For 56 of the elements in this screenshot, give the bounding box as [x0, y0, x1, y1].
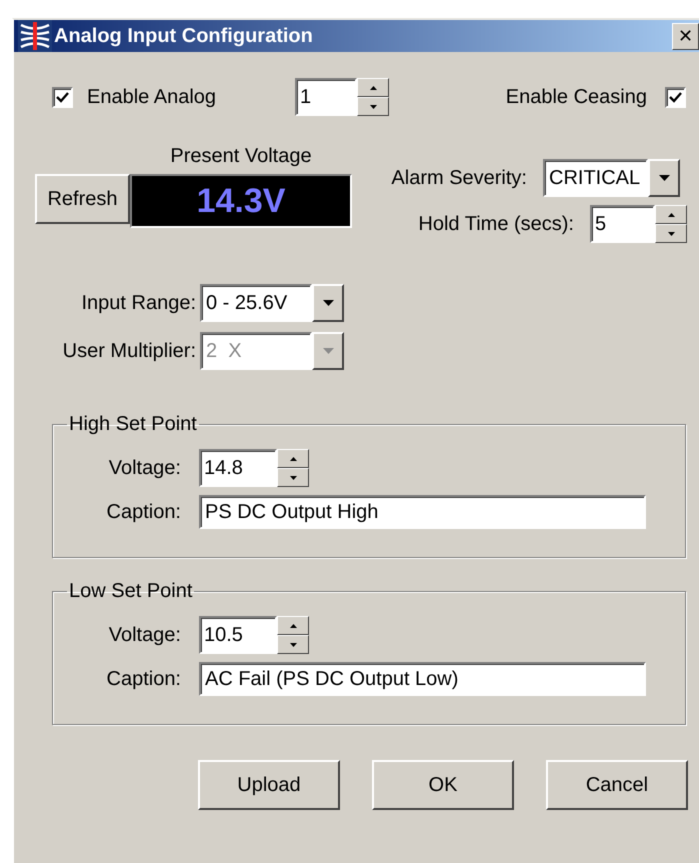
field-label: User Multiplier:: [62, 339, 196, 363]
field-label: Voltage:: [108, 623, 181, 647]
dropdown-button[interactable]: [312, 284, 344, 322]
field-label: Caption:: [106, 500, 181, 524]
dropdown-button[interactable]: [312, 332, 344, 370]
spin-down-button[interactable]: [655, 224, 687, 243]
voltage-field[interactable]: 10.5: [199, 616, 277, 654]
field-label: Caption:: [106, 667, 181, 691]
dialog-button[interactable]: Cancel: [546, 760, 688, 810]
caption-field[interactable]: AC Fail (PS DC Output Low): [199, 662, 646, 696]
spin-up-button[interactable]: [655, 205, 687, 224]
check-icon: [669, 92, 682, 102]
field-label: Alarm Severity:: [391, 166, 527, 190]
refresh-button[interactable]: Refresh: [35, 174, 130, 224]
spin-up-button[interactable]: [357, 78, 389, 97]
check-icon: [56, 92, 69, 102]
checkbox[interactable]: [52, 86, 73, 108]
down-arrow-icon: [668, 232, 674, 236]
down-arrow-icon: [290, 476, 296, 480]
checkbox[interactable]: [665, 86, 686, 108]
up-arrow-icon: [290, 456, 296, 460]
display-label: Present Voltage: [169, 144, 313, 168]
voltage-field[interactable]: 14.8: [199, 449, 277, 487]
window-title: Analog Input Configuration: [54, 24, 313, 48]
dropdown-button[interactable]: [648, 159, 680, 197]
caption-field[interactable]: PS DC Output High: [199, 495, 646, 529]
spin-down-button[interactable]: [277, 635, 309, 654]
close-button[interactable]: ✕: [672, 22, 699, 50]
dialog-button[interactable]: OK: [372, 760, 514, 810]
spin-down-button[interactable]: [277, 468, 309, 487]
down-arrow-icon: [322, 348, 334, 354]
checkbox-label: Enable Analog: [87, 85, 218, 109]
checkbox-label: Enable Ceasing: [506, 85, 647, 109]
field-label: Hold Time (secs):: [418, 212, 574, 236]
down-arrow-icon: [658, 175, 670, 181]
app-icon: [18, 20, 52, 52]
down-arrow-icon: [290, 642, 296, 646]
severity-dropdown[interactable]: CRITICAL: [543, 159, 648, 197]
up-arrow-icon: [370, 86, 376, 90]
field-label: Voltage:: [108, 456, 181, 480]
spin-up-button[interactable]: [277, 449, 309, 468]
group-title: Low Set Point: [68, 580, 194, 602]
spin-up-button[interactable]: [277, 616, 309, 635]
up-arrow-icon: [668, 212, 674, 216]
dropdown-field[interactable]: 0 - 25.6V: [200, 284, 312, 322]
voltage-display: 14.3V: [130, 174, 352, 228]
group-title: High Set Point: [68, 413, 198, 435]
up-arrow-icon: [290, 624, 296, 628]
down-arrow-icon: [322, 300, 334, 306]
hold-time-field[interactable]: 5: [590, 205, 655, 243]
down-arrow-icon: [370, 104, 376, 108]
field-label: Input Range:: [80, 291, 196, 315]
dialog-button[interactable]: Upload: [198, 760, 340, 810]
dropdown-field: 2 X: [200, 332, 312, 370]
spin-down-button[interactable]: [357, 97, 389, 116]
channel-field[interactable]: 1: [295, 78, 357, 116]
